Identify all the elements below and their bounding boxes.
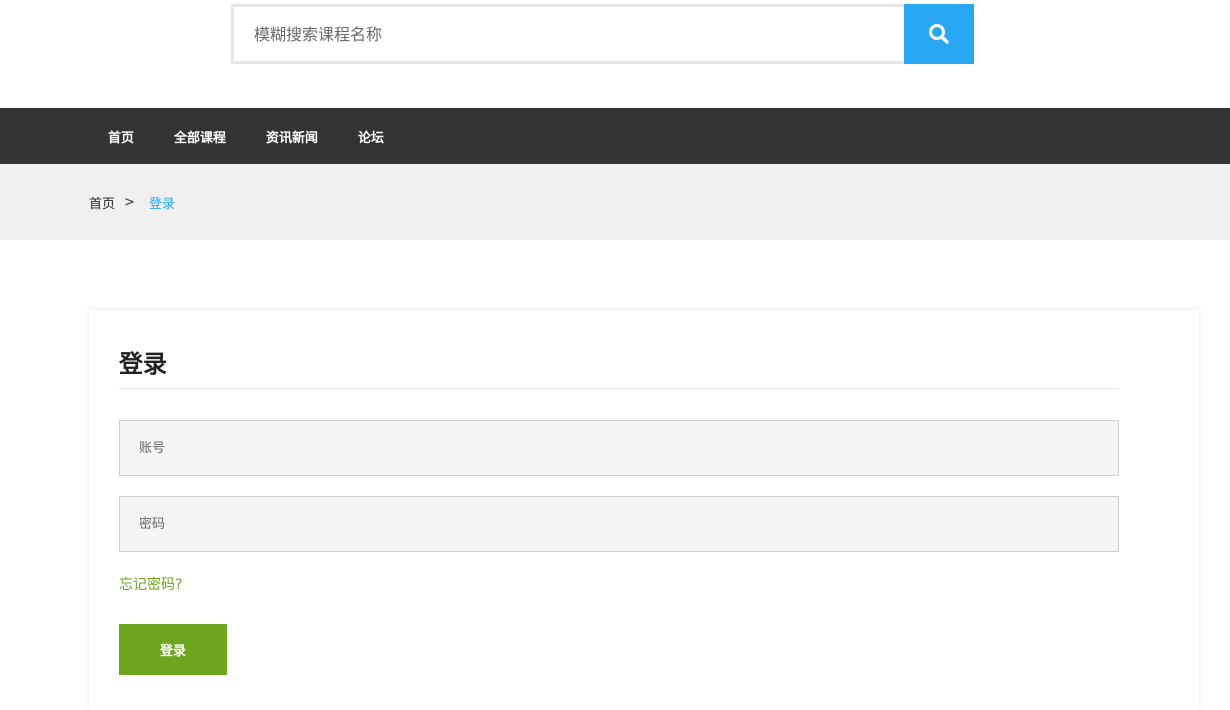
nav-item-all-courses[interactable]: 全部课程 bbox=[154, 127, 246, 146]
login-title: 登录 bbox=[119, 350, 167, 378]
breadcrumb: 首页 > 登录 bbox=[0, 164, 1230, 240]
breadcrumb-home-link[interactable]: 首页 bbox=[89, 193, 115, 212]
login-card: 登录 忘记密码? 登录 bbox=[89, 310, 1199, 710]
password-input[interactable] bbox=[119, 496, 1119, 552]
search-icon bbox=[929, 24, 949, 44]
main-nav: 首页 全部课程 资讯新闻 论坛 bbox=[0, 108, 1230, 164]
title-divider bbox=[119, 388, 1119, 389]
account-input[interactable] bbox=[119, 420, 1119, 476]
nav-item-news[interactable]: 资讯新闻 bbox=[246, 127, 338, 146]
breadcrumb-separator: > bbox=[124, 194, 135, 210]
search-input[interactable] bbox=[231, 4, 904, 64]
nav-item-forum[interactable]: 论坛 bbox=[338, 127, 404, 146]
search-button[interactable] bbox=[904, 4, 974, 64]
nav-item-home[interactable]: 首页 bbox=[88, 127, 154, 146]
login-button[interactable]: 登录 bbox=[119, 624, 227, 675]
forgot-password-link[interactable]: 忘记密码? bbox=[119, 574, 182, 594]
breadcrumb-current: 登录 bbox=[148, 196, 175, 212]
search-bar bbox=[231, 4, 974, 64]
